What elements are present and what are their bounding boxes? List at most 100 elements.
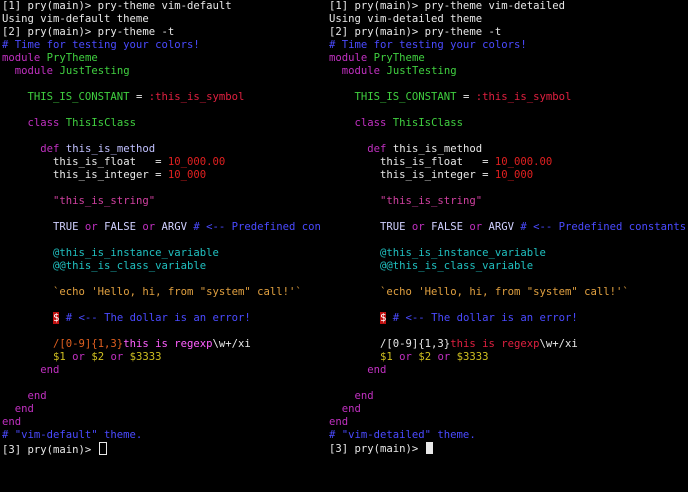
code-line: module PryTheme [2,52,322,65]
code-line: @@this_is_class_variable [2,260,322,273]
terminal-pane-vim-detailed[interactable]: [1] pry(main)> pry-theme vim-detailed Us… [329,0,688,492]
keyword-or: or [462,221,489,233]
global-variable: $2 [91,351,105,363]
prompt-line-2: [2] pry(main)> pry-theme -t [329,26,688,39]
symbol: :this_is_symbol [475,91,572,103]
keyword-or: or [104,351,130,363]
operator: = [129,91,149,103]
code-line: TRUE or FALSE or ARGV # <-- Predefined c… [2,221,322,234]
variable: this_is_float = [53,156,168,168]
module-name: JustTesting [386,65,457,77]
code-line: module JustTesting [329,65,688,78]
terminal-pane-vim-default[interactable]: [1] pry(main)> pry-theme vim-default Usi… [2,0,322,492]
code-line: THIS_IS_CONSTANT = :this_is_symbol [329,91,688,104]
code-line: THIS_IS_CONSTANT = :this_is_symbol [2,91,322,104]
instance-variable: @this_is_instance_variable [380,247,546,259]
regexp-end: \w+/xi [539,338,578,350]
code-line: # "vim-detailed" theme. [329,429,688,442]
keyword-or: or [78,221,105,233]
number: 10_000.00 [494,156,553,168]
regexp-delimiter: /[0-9]{1,3} [53,338,124,350]
constant-true: TRUE [53,221,79,233]
prompt-text: [3] pry(main)> [329,443,425,455]
method-name: this_is_method [65,143,156,155]
code-line: @this_is_instance_variable [329,247,688,260]
output-line: Using vim-default theme [2,13,322,26]
keyword-or: or [392,351,419,363]
comment: # <-- The dollar is an error! [59,312,251,324]
class-name: ThisIsClass [392,117,463,129]
code-line: `echo 'Hello, hi, from "system" call!'` [329,286,688,299]
symbol: :this_is_symbol [148,91,245,103]
keyword-end: end [14,403,34,415]
keyword-end: end [341,403,361,415]
variable: this_is_integer = [380,169,495,181]
keyword-end: end [367,364,387,376]
string: "this_is_string" [53,195,156,207]
code-line: $1 or $2 or $3333 [329,351,688,364]
prompt-line-1: [1] pry(main)> pry-theme vim-detailed [329,0,688,13]
operator: = [456,91,476,103]
variable: this_is_float = [380,156,495,168]
number: 10_000 [167,169,207,181]
code-line: module PryTheme [329,52,688,65]
regexp-delimiter: /[0-9]{1,3} [380,338,451,350]
code-line: @@this_is_class_variable [329,260,688,273]
output-line: Using vim-detailed theme [329,13,688,26]
code-line: module JustTesting [2,65,322,78]
code-line: end [2,364,322,377]
shell-command: `echo 'Hello, hi, from "system" call!'` [53,286,302,298]
cursor-icon [98,442,107,455]
code-line: def this_is_method [2,143,322,156]
prompt-text: [2] pry(main)> pry-theme -t [2,26,175,38]
keyword: def [367,143,387,155]
code-line: `echo 'Hello, hi, from "system" call!'` [2,286,322,299]
variable: this_is_integer = [53,169,168,181]
global-variable: $3333 [456,351,489,363]
prompt-text: [1] pry(main)> pry-theme vim-detailed [329,0,565,12]
code-line: /[0-9]{1,3}this is regexp\w+/xi [2,338,322,351]
regexp-end: \w+/xi [212,338,251,350]
code-line: end [329,390,688,403]
keyword: module [14,65,54,77]
keyword-end: end [40,364,60,376]
keyword-end: end [329,416,349,428]
global-variable: $3333 [129,351,162,363]
code-line: TRUE or FALSE or ARGV # <-- Predefined c… [329,221,688,234]
keyword-or: or [135,221,162,233]
code-line: this_is_integer = 10_000 [2,169,322,182]
prompt-line-3[interactable]: [3] pry(main)> [329,442,688,455]
code-line: "this_is_string" [2,195,322,208]
prompt-line-3[interactable]: [3] pry(main)> [2,442,322,455]
code-line: end [2,416,322,429]
comment: # Time for testing your colors! [2,39,200,51]
prompt-line-1: [1] pry(main)> pry-theme vim-default [2,0,322,13]
prompt-text: [2] pry(main)> pry-theme -t [329,26,502,38]
code-line: end [329,416,688,429]
code-line: end [329,403,688,416]
keyword: class [27,117,60,129]
code-line: $1 or $2 or $3333 [2,351,322,364]
global-variable: $1 [53,351,66,363]
code-line: end [2,403,322,416]
code-line: class ThisIsClass [329,117,688,130]
prompt-text: [3] pry(main)> [2,444,98,455]
global-variable: $2 [418,351,432,363]
constant-argv: ARGV [161,221,187,233]
module-name: PryTheme [373,52,425,64]
code-line: this_is_float = 10_000.00 [329,156,688,169]
prompt-line-2: [2] pry(main)> pry-theme -t [2,26,322,39]
